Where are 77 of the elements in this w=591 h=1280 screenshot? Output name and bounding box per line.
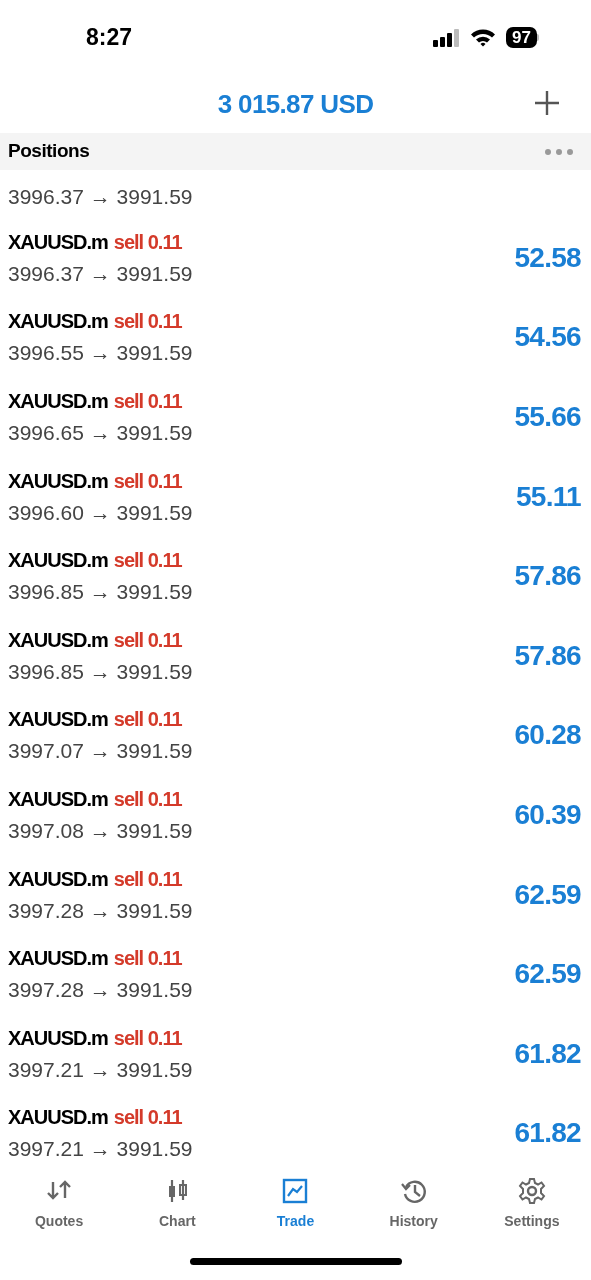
symbol-label: XAUUSD.m xyxy=(8,707,108,733)
symbol-label: XAUUSD.m xyxy=(8,468,108,494)
trade-icon xyxy=(281,1177,310,1205)
price-change: 3996.65 → 3991.59 xyxy=(8,420,193,446)
profit-value: 52.58 xyxy=(514,240,581,275)
position-row[interactable]: XAUUSD.m sell 0.11 3996.65 → 3991.59 55.66 xyxy=(0,377,591,457)
price-change: 3996.85 → 3991.59 xyxy=(8,579,193,606)
tab-button[interactable]: Trade xyxy=(236,1165,355,1240)
position-row[interactable]: XAUUSD.m sell 0.11 3996.85 → 3991.59 57.86 xyxy=(0,536,591,616)
symbol-label: XAUUSD.m xyxy=(8,229,108,255)
symbol-label: XAUUSD.m xyxy=(8,548,108,574)
order-label: sell 0.11 xyxy=(113,627,182,653)
order-label: sell 0.11 xyxy=(113,1025,182,1051)
profit-value: 62.59 xyxy=(514,877,581,912)
order-label: sell 0.11 xyxy=(113,946,182,972)
profit-value: 60.28 xyxy=(514,718,581,753)
position-row[interactable]: XAUUSD.m sell 0.11 3997.21 → 3991.59 61.82 xyxy=(0,1013,591,1094)
price-change: 3996.55 → 3991.59 xyxy=(8,340,193,367)
position-row[interactable]: XAUUSD.m sell 0.11 3997.21 → 3991.59 61.82 xyxy=(0,1093,591,1165)
price-change: 3996.37 → 3991.59 xyxy=(8,260,193,287)
position-row[interactable]: XAUUSD.m sell 0.11 3996.60 → 3991.59 55.11 xyxy=(0,456,591,537)
order-label: sell 0.11 xyxy=(113,309,182,335)
position-row[interactable]: XAUUSD.m sell 0.11 3997.07 → 3991.59 60.28 xyxy=(0,695,591,776)
order-label: sell 0.11 xyxy=(113,548,182,574)
price-change: 3996.85 → 3991.59 xyxy=(8,658,193,685)
price-change: 3997.21 → 3991.59 xyxy=(8,1136,193,1163)
symbol-label: XAUUSD.m xyxy=(8,389,108,414)
more-icon[interactable] xyxy=(544,147,574,156)
price-change: 3997.28 → 3991.59 xyxy=(8,897,193,924)
symbol-label: XAUUSD.m xyxy=(8,866,108,892)
order-label: sell 0.11 xyxy=(113,468,182,494)
symbol-label: XAUUSD.m xyxy=(8,627,108,653)
price-change: 3997.08 → 3991.59 xyxy=(8,817,193,844)
profit-value: 60.39 xyxy=(514,797,581,832)
order-label: sell 0.11 xyxy=(113,786,182,812)
symbol-label: XAUUSD.m xyxy=(8,1105,108,1131)
profit-value: 55.66 xyxy=(514,400,581,434)
price-change: 3997.28 → 3991.59 xyxy=(8,977,193,1004)
profit-value: 57.86 xyxy=(514,638,581,673)
position-row[interactable]: XAUUSD.m sell 0.11 3997.28 → 3991.59 62.59 xyxy=(0,854,591,935)
section-title: Positions xyxy=(8,139,90,164)
order-label: sell 0.11 xyxy=(113,707,182,733)
status-time: 8:27 xyxy=(86,23,133,53)
position-row[interactable]: 3996.37 → 3991.59 xyxy=(0,170,591,218)
order-label: sell 0.11 xyxy=(113,866,182,892)
price-change: 3997.07 → 3991.59 xyxy=(8,738,193,765)
position-row[interactable]: XAUUSD.m sell 0.11 3996.55 → 3991.59 54.56 xyxy=(0,297,591,378)
settings-icon xyxy=(517,1177,546,1205)
signal-icon xyxy=(433,28,461,47)
profit-value: 61.82 xyxy=(514,1116,581,1151)
order-label: sell 0.11 xyxy=(113,389,182,414)
order-label: sell 0.11 xyxy=(113,229,182,255)
position-row[interactable]: XAUUSD.m sell 0.11 3996.85 → 3991.59 57.86 xyxy=(0,615,591,696)
symbol-label: XAUUSD.m xyxy=(8,1025,108,1051)
profit-value: 55.11 xyxy=(515,479,581,514)
symbol-label: XAUUSD.m xyxy=(8,946,108,972)
position-row[interactable]: XAUUSD.m sell 0.11 3997.28 → 3991.59 62.59 xyxy=(0,934,591,1014)
position-row[interactable]: XAUUSD.m sell 0.11 3997.08 → 3991.59 60.39 xyxy=(0,775,591,855)
battery-level: 97 xyxy=(506,27,537,48)
profit-value: 62.59 xyxy=(514,957,581,992)
price-change: 3996.37 → 3991.59 xyxy=(8,184,193,210)
account-balance: 3 015.87 USD xyxy=(217,87,374,121)
symbol-label: XAUUSD.m xyxy=(8,786,108,812)
tab-button[interactable]: History xyxy=(354,1165,473,1240)
price-change: 3997.21 → 3991.59 xyxy=(8,1056,193,1083)
profit-value: 61.82 xyxy=(514,1036,581,1071)
symbol-label: XAUUSD.m xyxy=(8,309,108,335)
tab-button[interactable]: Settings xyxy=(472,1165,591,1240)
order-label: sell 0.11 xyxy=(113,1105,182,1131)
wifi-icon xyxy=(470,28,497,47)
profit-value: 54.56 xyxy=(514,320,581,355)
profit-value: 57.86 xyxy=(514,559,581,594)
position-row[interactable]: XAUUSD.m sell 0.11 3996.37 → 3991.59 52.58 xyxy=(0,218,591,298)
tab-button[interactable]: Quotes xyxy=(0,1165,119,1240)
price-change: 3996.60 → 3991.59 xyxy=(8,499,193,526)
add-button[interactable] xyxy=(533,89,561,117)
tab-button[interactable]: Chart xyxy=(118,1165,237,1240)
